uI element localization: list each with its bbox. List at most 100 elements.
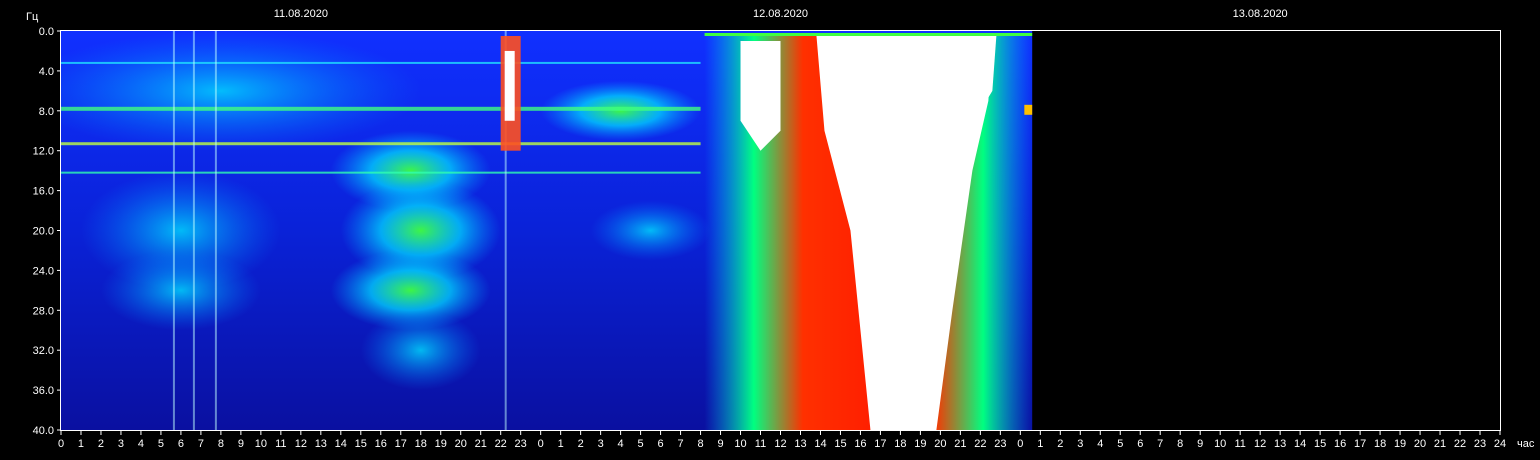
date-labels: 11.08.2020 12.08.2020 13.08.2020 xyxy=(274,8,1288,20)
x-tick-label: 3 xyxy=(1077,438,1083,450)
x-axis-title: час xyxy=(1517,438,1535,450)
x-tick-label: 13 xyxy=(315,438,327,450)
x-tick-label: 17 xyxy=(874,438,886,450)
x-tick-label: 10 xyxy=(734,438,746,450)
x-tick-label: 3 xyxy=(598,438,604,450)
x-tick-label: 0 xyxy=(58,438,64,450)
y-tick-label: 0.0 xyxy=(39,26,54,38)
x-tick-label: 6 xyxy=(658,438,664,450)
y-tick-label: 36.0 xyxy=(33,385,54,397)
x-tick-label: 9 xyxy=(717,438,723,450)
x-tick-label: 20 xyxy=(934,438,946,450)
spectrogram-image xyxy=(61,31,1500,430)
x-tick-label: 9 xyxy=(238,438,244,450)
x-tick-label: 9 xyxy=(1197,438,1203,450)
x-tick-label: 1 xyxy=(1037,438,1043,450)
storm-edge xyxy=(704,32,1033,36)
activity-blob xyxy=(360,310,481,391)
y-tick-label: 8.0 xyxy=(39,106,54,118)
y-tick-label: 4.0 xyxy=(39,66,54,78)
y-tick-label: 40.0 xyxy=(33,425,54,437)
x-tick-label: 12 xyxy=(774,438,786,450)
x-tick-label: 22 xyxy=(974,438,986,450)
x-tick-label: 19 xyxy=(1394,438,1406,450)
x-tick-label: 3 xyxy=(118,438,124,450)
y-tick-label: 20.0 xyxy=(33,226,54,238)
x-tick-label: 18 xyxy=(415,438,427,450)
x-tick-label: 2 xyxy=(578,438,584,450)
x-tick-label: 20 xyxy=(455,438,467,450)
x-tick-label: 12 xyxy=(1254,438,1266,450)
y-axis-title: Гц xyxy=(26,11,39,23)
x-tick-label: 11 xyxy=(755,438,766,450)
date-label: 13.08.2020 xyxy=(1233,8,1288,20)
x-tick-label: 19 xyxy=(914,438,926,450)
interference-line xyxy=(172,31,175,430)
y-axis: 0.0 4.0 8.0 12.0 16.0 20.0 24.0 28.0 32.0 36.0 40.… xyxy=(33,26,61,437)
x-tick-label: 21 xyxy=(954,438,966,450)
y-tick-label: 12.0 xyxy=(33,146,54,158)
x-tick-label: 21 xyxy=(475,438,487,450)
x-tick-label: 22 xyxy=(495,438,507,450)
x-tick-label: 1 xyxy=(558,438,564,450)
x-tick-label: 21 xyxy=(1434,438,1446,450)
x-tick-label: 16 xyxy=(1334,438,1346,450)
x-tick-label: 12 xyxy=(295,438,307,450)
x-tick-label: 24 xyxy=(1494,438,1506,450)
x-tick-label: 7 xyxy=(198,438,204,450)
x-tick-label: 5 xyxy=(1117,438,1123,450)
x-tick-label: 11 xyxy=(1234,438,1245,450)
date-label: 11.08.2020 xyxy=(274,8,328,20)
x-tick-label: 2 xyxy=(98,438,104,450)
x-tick-label: 23 xyxy=(994,438,1006,450)
interference-line xyxy=(192,31,195,430)
activity-blob xyxy=(61,31,421,151)
date-label: 12.08.2020 xyxy=(753,8,808,20)
x-tick-label: 13 xyxy=(1274,438,1286,450)
x-tick-label: 4 xyxy=(618,438,624,450)
x-tick-label: 11 xyxy=(275,438,286,450)
x-axis: 0 1 2 3 4 5 6 7 8 9 10 11 12 13 14 15 16 17 18 19 20 21 22 23 0 1… xyxy=(58,430,1506,450)
resonance-band xyxy=(61,171,701,174)
x-tick-label: 6 xyxy=(178,438,184,450)
x-tick-label: 8 xyxy=(1177,438,1183,450)
y-tick-label: 32.0 xyxy=(33,345,54,357)
activity-blob xyxy=(590,200,711,261)
spike-core xyxy=(504,50,515,121)
x-tick-label: 14 xyxy=(1294,438,1306,450)
x-tick-label: 2 xyxy=(1057,438,1063,450)
resonance-band xyxy=(61,61,701,64)
x-tick-label: 15 xyxy=(834,438,846,450)
activity-blob xyxy=(100,250,261,331)
x-tick-label: 0 xyxy=(1017,438,1023,450)
x-tick-label: 4 xyxy=(138,438,144,450)
x-tick-label: 23 xyxy=(515,438,527,450)
x-tick-label: 0 xyxy=(538,438,544,450)
x-tick-label: 22 xyxy=(1454,438,1466,450)
x-tick-label: 4 xyxy=(1097,438,1103,450)
x-tick-label: 8 xyxy=(697,438,703,450)
x-tick-label: 18 xyxy=(894,438,906,450)
interference-line xyxy=(214,31,217,430)
spectrogram-chart: 0.0 4.0 8.0 12.0 16.0 20.0 24.0 28.0 32.0 36.0 40.… xyxy=(26,8,1535,450)
y-tick-label: 24.0 xyxy=(33,265,54,277)
y-tick-label: 16.0 xyxy=(33,186,54,198)
resonance-band xyxy=(61,142,701,146)
x-tick-label: 17 xyxy=(395,438,407,450)
x-tick-label: 5 xyxy=(158,438,164,450)
x-tick-label: 16 xyxy=(375,438,387,450)
x-tick-label: 7 xyxy=(1157,438,1163,450)
x-tick-label: 13 xyxy=(794,438,806,450)
x-tick-label: 17 xyxy=(1354,438,1366,450)
x-tick-label: 15 xyxy=(355,438,367,450)
x-tick-label: 10 xyxy=(1214,438,1226,450)
x-tick-label: 19 xyxy=(435,438,447,450)
x-tick-label: 5 xyxy=(638,438,644,450)
x-tick-label: 15 xyxy=(1314,438,1326,450)
x-tick-label: 1 xyxy=(78,438,84,450)
resonance-band xyxy=(61,106,701,111)
x-tick-label: 7 xyxy=(678,438,684,450)
x-tick-label: 14 xyxy=(814,438,826,450)
x-tick-label: 16 xyxy=(854,438,866,450)
y-tick-label: 28.0 xyxy=(33,305,54,317)
